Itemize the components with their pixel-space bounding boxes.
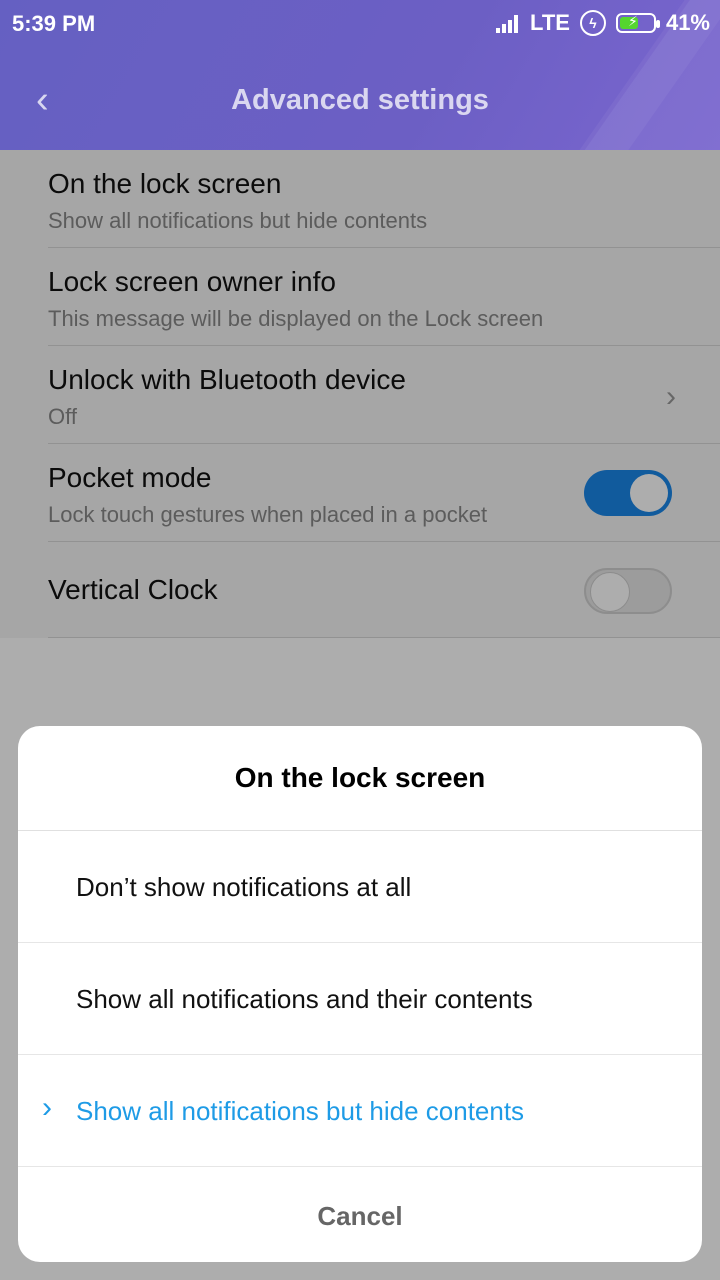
battery-charging-icon: ⚡ xyxy=(615,13,660,33)
data-saver-icon: ϟ xyxy=(579,10,606,36)
cancel-button[interactable]: Cancel xyxy=(18,1167,702,1262)
signal-icon xyxy=(496,13,520,33)
option-dont-show[interactable]: Don’t show notifications at all xyxy=(18,831,702,943)
app-root: 5:39 PM LTE ϟ ⚡ 41% ‹ Advanced settings … xyxy=(0,0,720,1280)
status-icons: LTE ϟ ⚡ 41% xyxy=(496,10,710,36)
network-type: LTE xyxy=(530,10,570,35)
battery-percent: 41% xyxy=(665,10,710,35)
option-hide-contents[interactable]: › Show all notifications but hide conten… xyxy=(18,1055,702,1167)
status-bar: 5:39 PM LTE ϟ ⚡ 41% xyxy=(0,0,720,50)
option-show-all[interactable]: Show all notifications and their content… xyxy=(18,943,702,1055)
dialog-title: On the lock screen xyxy=(18,726,702,831)
option-label: Show all notifications but hide contents xyxy=(76,1096,525,1126)
page-title: Advanced settings xyxy=(231,84,489,116)
option-label: Show all notifications and their content… xyxy=(76,984,533,1014)
status-time: 5:39 PM xyxy=(12,11,96,36)
option-label: Don’t show notifications at all xyxy=(76,872,412,902)
chevron-right-icon: › xyxy=(42,1091,52,1124)
lock-screen-dialog: On the lock screen Don’t show notificati… xyxy=(18,726,702,1262)
header-bar: 5:39 PM LTE ϟ ⚡ 41% ‹ Advanced settings xyxy=(0,0,720,150)
